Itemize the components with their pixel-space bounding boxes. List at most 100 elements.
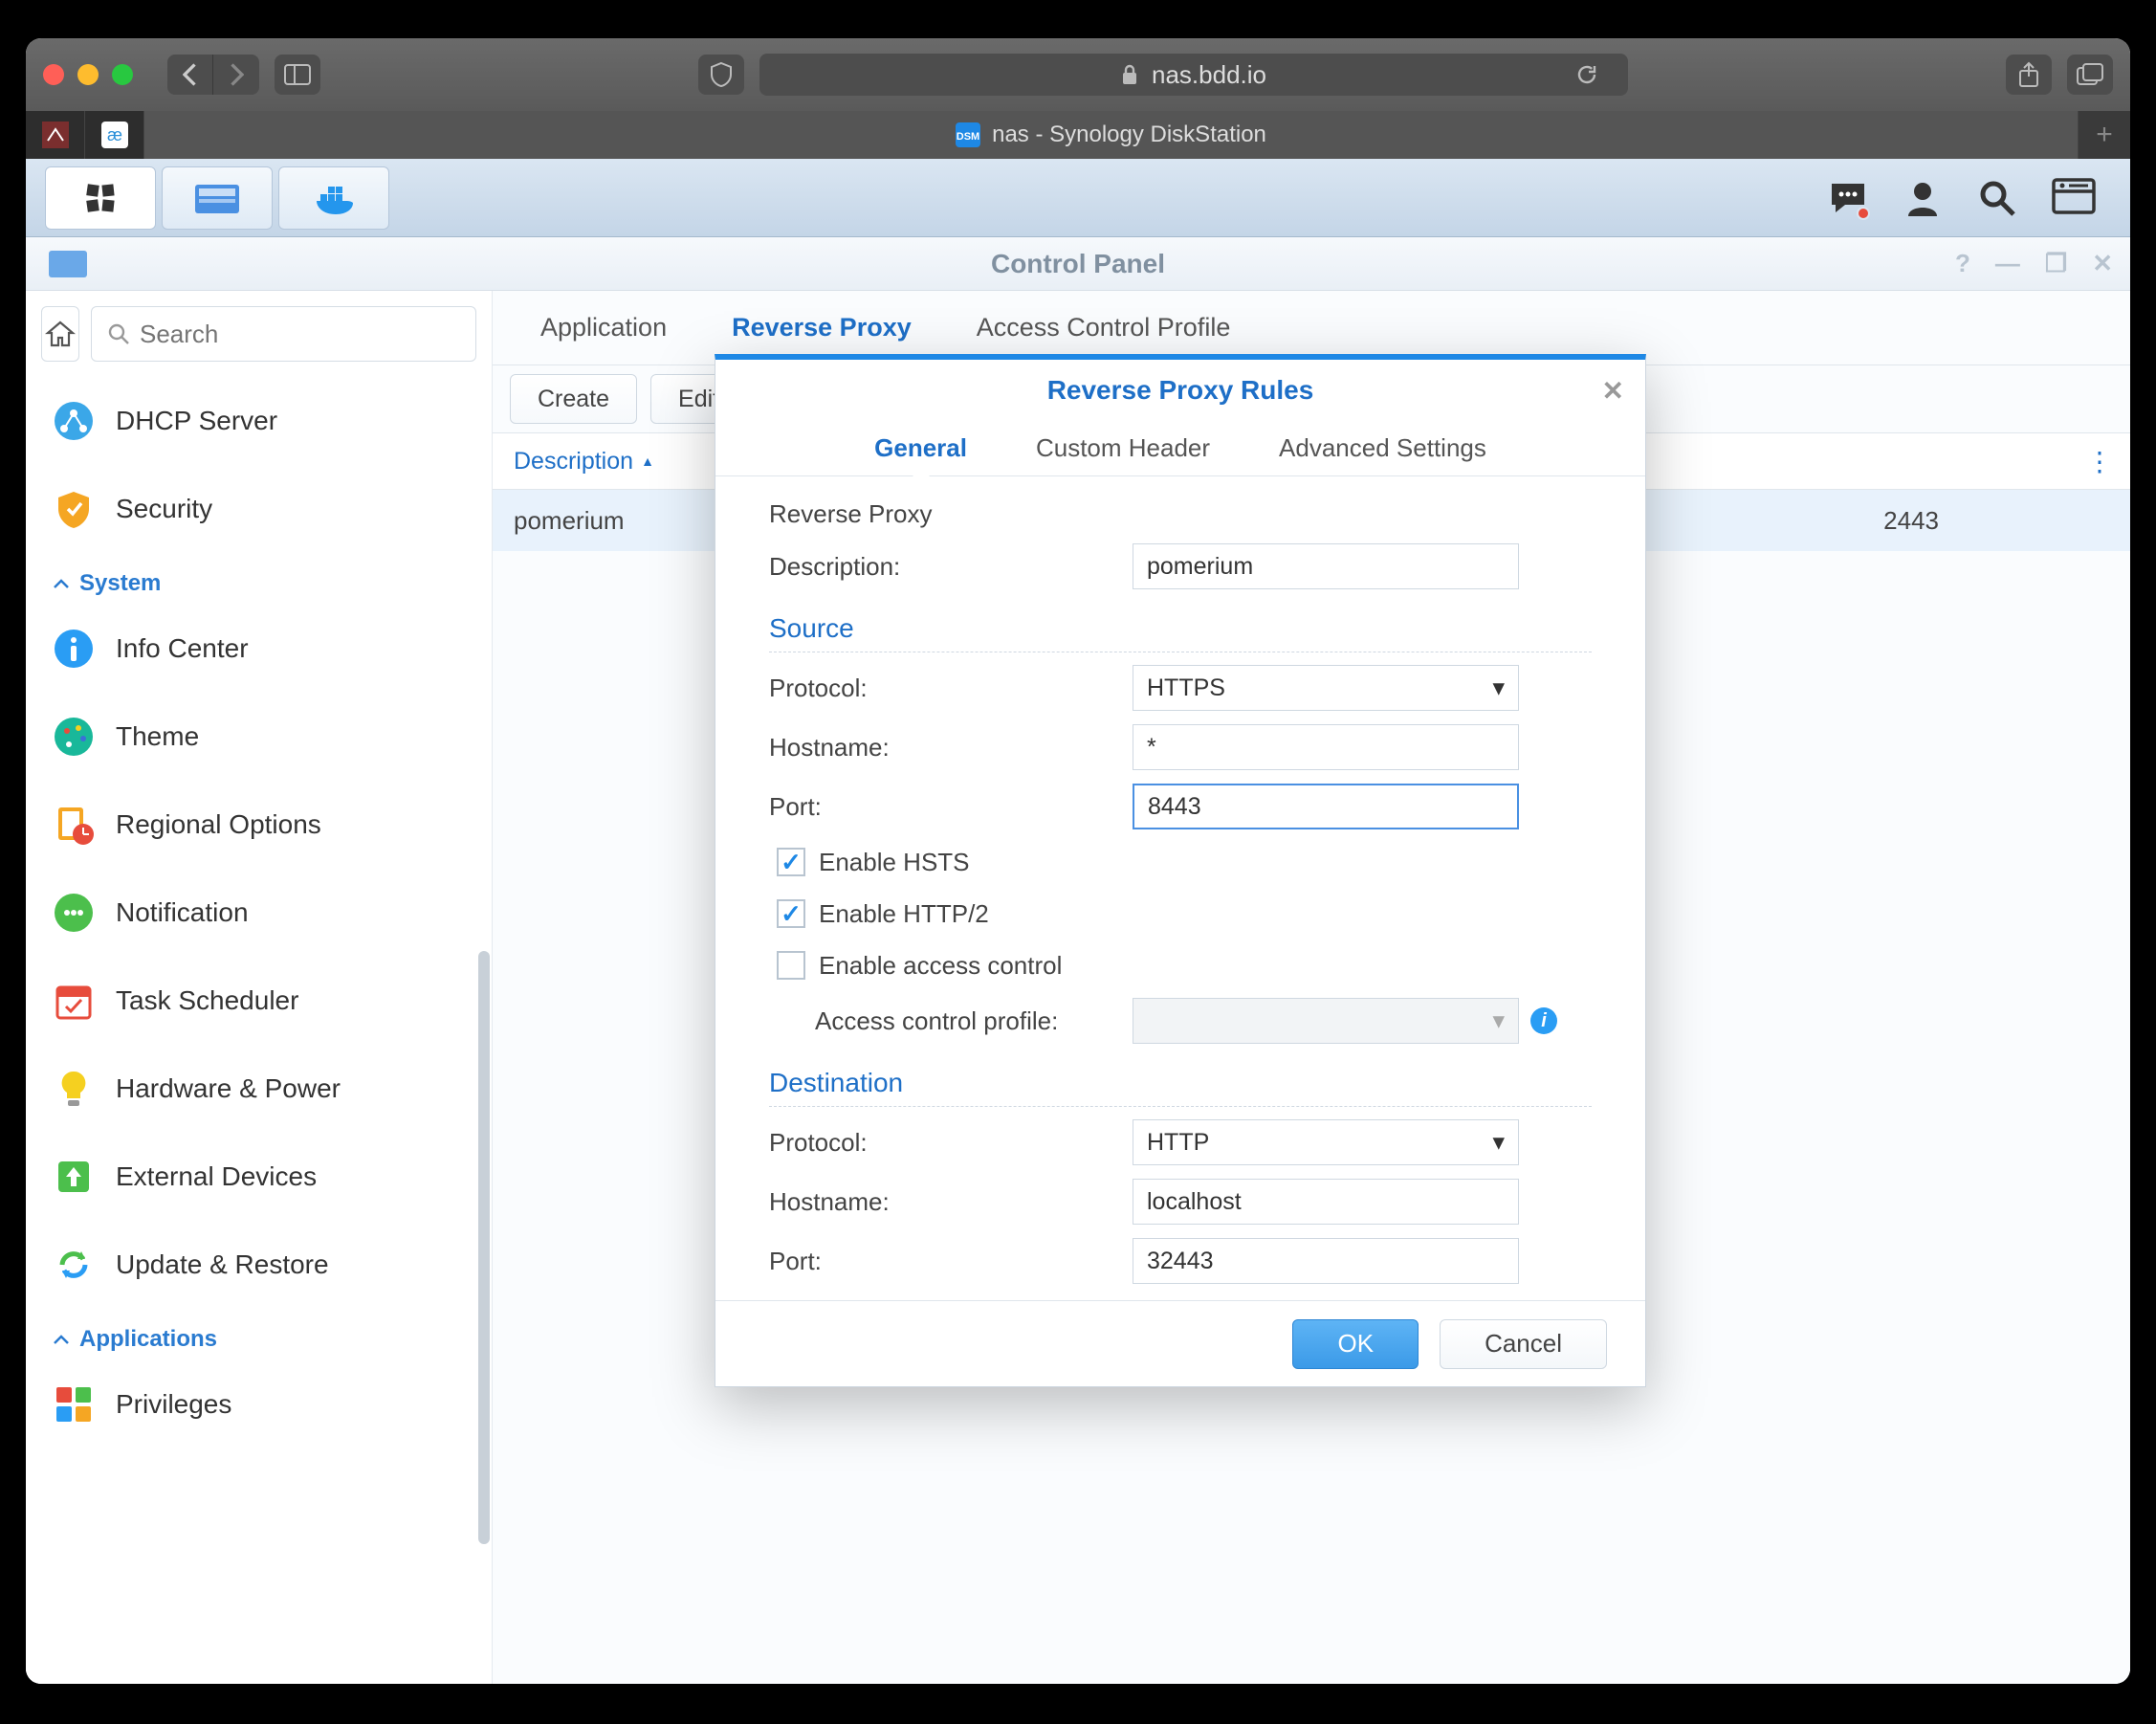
- section-source: Source: [769, 613, 1592, 652]
- info-icon[interactable]: i: [1530, 1007, 1557, 1034]
- table-menu-icon[interactable]: ⋮: [2069, 446, 2130, 477]
- nav-buttons: [167, 55, 259, 95]
- address-bar[interactable]: nas.bdd.io: [759, 54, 1628, 96]
- refresh-icon: [53, 1244, 95, 1286]
- dialog-footer: OK Cancel: [715, 1300, 1645, 1386]
- clock-icon: [53, 804, 95, 846]
- tabs-overview-button[interactable]: [2067, 55, 2113, 95]
- maximize-button[interactable]: ❐: [2045, 249, 2067, 278]
- active-tab[interactable]: DSM nas - Synology DiskStation: [144, 111, 2079, 159]
- cancel-button[interactable]: Cancel: [1440, 1319, 1607, 1369]
- sidebar-label: Privileges: [116, 1389, 231, 1420]
- minimize-window-button[interactable]: [77, 64, 99, 85]
- sidebar-item-external-devices[interactable]: External Devices: [26, 1133, 492, 1221]
- sidebar-item-theme[interactable]: Theme: [26, 693, 492, 781]
- dsm-favicon: DSM: [956, 122, 980, 147]
- sidebar-item-update-restore[interactable]: Update & Restore: [26, 1221, 492, 1309]
- privacy-report-button[interactable]: [698, 55, 744, 95]
- svg-text:DSM: DSM: [957, 131, 979, 143]
- sidebar-group-applications[interactable]: Applications: [26, 1309, 492, 1360]
- dsm-desktop: Control Panel ? — ❐ ✕: [26, 159, 2130, 1684]
- sidebar-item-dhcp[interactable]: DHCP Server: [26, 377, 492, 465]
- control-panel-sidebar: DHCP Server Security System Info Center …: [26, 291, 493, 1684]
- sidebar-item-task-scheduler[interactable]: Task Scheduler: [26, 957, 492, 1045]
- chat-icon[interactable]: [1828, 178, 1868, 218]
- close-window-button[interactable]: [43, 64, 64, 85]
- chevron-down-icon: ▾: [1492, 1006, 1505, 1035]
- cell-port: 2443: [1862, 506, 2130, 536]
- select-src-protocol[interactable]: HTTPS▾: [1133, 665, 1519, 711]
- svg-text:æ: æ: [106, 125, 121, 144]
- checkbox-http2[interactable]: [777, 899, 805, 928]
- dialog-tab-general[interactable]: General: [840, 421, 1001, 475]
- forward-button[interactable]: [213, 55, 259, 95]
- back-button[interactable]: [167, 55, 213, 95]
- ok-button[interactable]: OK: [1292, 1319, 1419, 1369]
- select-dst-protocol[interactable]: HTTP▾: [1133, 1119, 1519, 1165]
- dsm-main-menu-button[interactable]: [45, 166, 156, 230]
- sidebar-label: External Devices: [116, 1161, 317, 1192]
- search-icon[interactable]: [1977, 178, 2017, 218]
- label-src-protocol: Protocol:: [769, 674, 1133, 703]
- input-description[interactable]: [1133, 543, 1519, 589]
- sidebar-search[interactable]: [91, 306, 476, 362]
- help-button[interactable]: ?: [1955, 249, 1970, 278]
- dsm-task-filestation[interactable]: [162, 166, 273, 230]
- sidebar-item-security[interactable]: Security: [26, 465, 492, 553]
- sidebar-label: Theme: [116, 721, 199, 752]
- widgets-icon[interactable]: [2052, 178, 2092, 218]
- control-panel-window: Control Panel ? — ❐ ✕: [26, 237, 2130, 1684]
- select-acp: ▾: [1133, 998, 1519, 1044]
- reverse-proxy-rules-dialog: Reverse Proxy Rules ✕ General Custom Hea…: [715, 354, 1646, 1387]
- dialog-tab-advanced[interactable]: Advanced Settings: [1244, 421, 1521, 475]
- input-src-hostname[interactable]: [1133, 724, 1519, 770]
- label-access-control: Enable access control: [819, 951, 1062, 981]
- check-hsts-row[interactable]: Enable HSTS: [769, 836, 1592, 888]
- dialog-tab-custom-header[interactable]: Custom Header: [1001, 421, 1244, 475]
- dsm-task-docker[interactable]: [278, 166, 389, 230]
- input-dst-hostname[interactable]: [1133, 1179, 1519, 1225]
- input-src-port[interactable]: [1133, 784, 1519, 829]
- sidebar-item-regional[interactable]: Regional Options: [26, 781, 492, 869]
- close-button[interactable]: ✕: [2092, 249, 2113, 278]
- sidebar-label: Task Scheduler: [116, 985, 298, 1016]
- tab-application[interactable]: Application: [508, 291, 699, 365]
- minimize-button[interactable]: —: [1995, 249, 2020, 278]
- pinned-tab-1[interactable]: [26, 111, 85, 159]
- upload-icon: [53, 1156, 95, 1198]
- tab-title: nas - Synology DiskStation: [992, 122, 1266, 148]
- checkbox-access-control[interactable]: [777, 951, 805, 980]
- sidebar-item-info-center[interactable]: Info Center: [26, 605, 492, 693]
- dialog-close-button[interactable]: ✕: [1602, 375, 1624, 407]
- sidebar-item-privileges[interactable]: Privileges: [26, 1360, 492, 1448]
- new-tab-button[interactable]: +: [2079, 111, 2130, 159]
- calendar-icon: [53, 980, 95, 1022]
- chevron-down-icon: ▾: [1492, 674, 1505, 702]
- notification-dot: [1857, 207, 1870, 220]
- create-button[interactable]: Create: [510, 374, 637, 424]
- dialog-title-bar: Reverse Proxy Rules ✕: [715, 360, 1645, 421]
- user-icon[interactable]: [1903, 178, 1943, 218]
- pinned-tab-2[interactable]: æ: [85, 111, 144, 159]
- maximize-window-button[interactable]: [112, 64, 133, 85]
- search-icon: [107, 322, 130, 345]
- th-description[interactable]: Description: [493, 448, 703, 475]
- sidebar-group-system[interactable]: System: [26, 553, 492, 605]
- home-button[interactable]: [41, 306, 79, 362]
- shield-icon: [53, 488, 95, 530]
- check-access-control-row[interactable]: Enable access control: [769, 939, 1592, 991]
- sidebar-item-hardware[interactable]: Hardware & Power: [26, 1045, 492, 1133]
- sidebar-toggle-button[interactable]: [275, 55, 320, 95]
- sidebar-item-notification[interactable]: Notification: [26, 869, 492, 957]
- checkbox-hsts[interactable]: [777, 848, 805, 876]
- reload-icon[interactable]: [1574, 62, 1599, 87]
- share-button[interactable]: [2006, 55, 2052, 95]
- input-dst-port[interactable]: [1133, 1238, 1519, 1284]
- dialog-legend: Reverse Proxy: [769, 499, 1592, 529]
- label-acp: Access control profile:: [815, 1006, 1133, 1036]
- dialog-body: Reverse Proxy Description: Source Protoc…: [715, 476, 1645, 1300]
- search-input[interactable]: [140, 320, 460, 349]
- check-http2-row[interactable]: Enable HTTP/2: [769, 888, 1592, 939]
- sidebar-scrollbar[interactable]: [478, 951, 490, 1544]
- address-text: nas.bdd.io: [1152, 60, 1266, 90]
